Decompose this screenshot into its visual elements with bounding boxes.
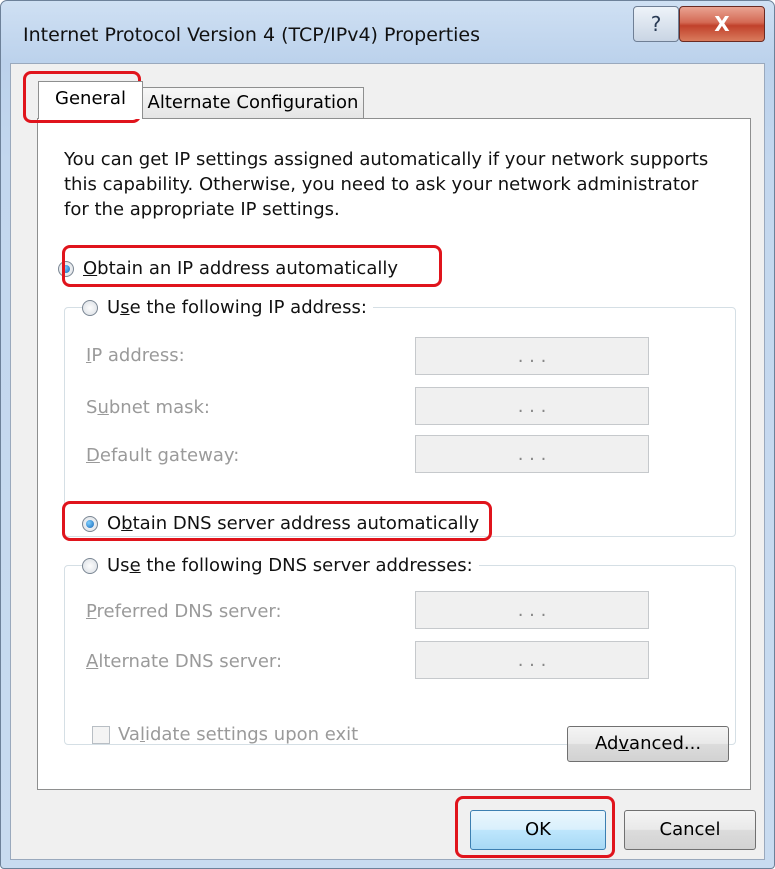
subnet-mask-label: Subnet mask: [86,397,210,418]
cancel-button[interactable]: Cancel [624,810,756,850]
properties-dialog: Internet Protocol Version 4 (TCP/IPv4) P… [0,0,775,869]
obtain-dns-automatically-label: Obtain DNS server address automatically [107,513,480,534]
checkbox-unchecked-icon [92,725,110,744]
radio-checked-icon [82,515,98,532]
obtain-dns-automatically-radio[interactable]: Obtain DNS server address automatically [82,513,486,534]
help-button[interactable]: ? [633,6,679,42]
window-title: Internet Protocol Version 4 (TCP/IPv4) P… [23,24,481,46]
validate-settings-checkbox[interactable]: Validate settings upon exit [92,724,358,745]
dialog-body: General Alternate Configuration You can … [10,63,765,860]
radio-unchecked-icon [82,557,98,574]
preferred-dns-label: Preferred DNS server: [86,601,282,622]
close-button[interactable]: X [679,6,765,42]
obtain-ip-automatically-label: Obtain an IP address automatically [83,258,399,279]
radio-checked-icon [58,260,74,277]
use-following-ip-radio[interactable]: Use the following IP address: [82,297,373,318]
ip-address-field[interactable]: . . . [415,337,649,375]
use-following-dns-radio[interactable]: Use the following DNS server addresses: [82,555,479,576]
advanced-button[interactable]: Advanced... [567,726,729,762]
tab-alternate-configuration[interactable]: Alternate Configuration [142,87,364,119]
default-gateway-field[interactable]: . . . [415,435,649,473]
obtain-ip-automatically-radio[interactable]: Obtain an IP address automatically [58,258,405,279]
subnet-mask-field[interactable]: . . . [415,387,649,425]
tab-general[interactable]: General [38,81,143,119]
ip-address-label: IP address: [86,345,185,366]
title-bar: Internet Protocol Version 4 (TCP/IPv4) P… [1,1,774,63]
alternate-dns-field[interactable]: . . . [415,641,649,679]
use-following-dns-label: Use the following DNS server addresses: [107,555,473,576]
general-tab-panel: You can get IP settings assigned automat… [37,118,751,790]
use-following-ip-label: Use the following IP address: [107,297,367,318]
default-gateway-label: Default gateway: [86,445,240,466]
intro-text: You can get IP settings assigned automat… [64,149,709,220]
ok-button[interactable]: OK [470,810,606,850]
radio-unchecked-icon [82,299,98,316]
preferred-dns-field[interactable]: . . . [415,591,649,629]
alternate-dns-label: Alternate DNS server: [86,651,283,672]
validate-settings-label: Validate settings upon exit [118,724,359,745]
